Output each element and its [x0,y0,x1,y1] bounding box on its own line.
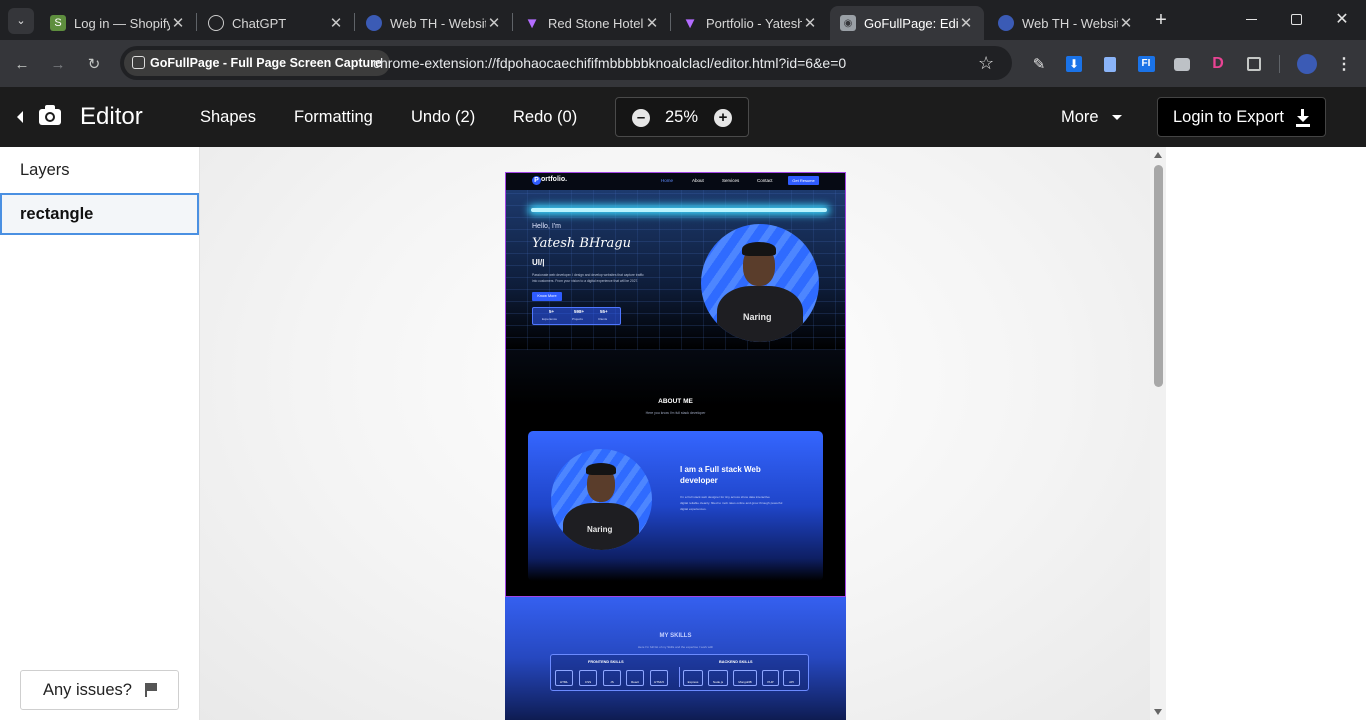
skill-chip: HTML [555,670,573,686]
skill-chip: MongoDB [733,670,757,686]
chatgpt-icon [208,15,224,31]
browser-tab[interactable]: S Log in — Shopify ✕ [40,6,196,40]
tab-search-button[interactable]: ⌄ [8,8,34,34]
layer-item-rectangle[interactable]: rectangle [0,193,199,235]
more-menu[interactable]: More [1061,87,1123,147]
login-to-export-button[interactable]: Login to Export [1157,97,1326,137]
minimize-window-icon[interactable] [1246,19,1257,20]
flag-icon [145,683,157,697]
browser-tab-active[interactable]: ◉ GoFullPage: Editor ✕ [830,6,984,40]
scroll-up-arrow-icon[interactable] [1154,152,1162,158]
close-tab-icon[interactable]: ✕ [644,14,660,32]
any-issues-button[interactable]: Any issues? [20,670,179,710]
browser-tab[interactable]: ChatGPT ✕ [198,6,354,40]
skill-chip: React [626,670,644,686]
purple-v-icon: ▼ [524,14,540,32]
skill-chip: Node.js [708,670,728,686]
undo-button[interactable]: Undo (2) [411,87,475,147]
browser-tab[interactable]: Web TH - Website ✕ [356,6,512,40]
copy-extension-icon[interactable] [1099,53,1121,75]
extension-puzzle-icon [132,56,145,69]
url-text[interactable]: chrome-extension://fdpohaocaechififmbbbb… [373,46,846,80]
camera-extension-icon[interactable] [1171,53,1193,75]
restore-window-icon[interactable] [1291,14,1302,25]
download-icon [1295,109,1311,127]
browser-tab[interactable]: ▼ Portfolio - Yatesh ✕ [672,6,828,40]
skill-chip: HTML5 [650,670,668,686]
browser-toolbar: ← → ↻ GoFullPage - Full Page Screen Capt… [0,40,1366,87]
browser-tab[interactable]: Web TH - Website ✕ [988,6,1144,40]
toolbar-divider [1279,55,1280,73]
camera-icon: ◉ [840,15,856,31]
d-extension-icon[interactable]: D [1207,53,1229,75]
editor-toolbar: Editor Shapes Formatting Undo (2) Redo (… [0,87,1366,147]
editor-canvas[interactable]: P ortfolio. Home About Services Contact … [200,147,1165,720]
selected-rectangle-shape[interactable] [505,172,846,597]
close-window-icon[interactable]: ✕ [1334,10,1350,30]
shopify-icon: S [50,15,66,31]
kebab-menu-icon[interactable]: ⋮ [1333,53,1355,75]
close-tab-icon[interactable]: ✕ [328,14,344,32]
captured-page-image: P ortfolio. Home About Services Contact … [505,172,846,720]
address-bar[interactable]: GoFullPage - Full Page Screen Capture ch… [120,46,1012,80]
skill-chip: PHP [762,670,779,686]
layers-heading: Layers [20,161,70,179]
close-tab-icon[interactable]: ✕ [958,14,974,32]
skill-chip: Express [683,670,703,686]
scrollbar-thumb[interactable] [1154,165,1163,387]
forward-arrow-icon[interactable]: → [47,53,69,75]
camera-icon [39,105,61,125]
browser-tab[interactable]: ▼ Red Stone Hotel ✕ [514,6,670,40]
tab-separator [670,13,671,31]
purple-v-icon: ▼ [682,14,698,32]
zoom-out-button[interactable]: – [632,109,650,127]
frontend-skills-title: FRONTEND SKILLS [588,660,624,664]
skills-subtitle: Here I'm full list of my Skills and the … [637,645,714,649]
shapes-menu[interactable]: Shapes [200,87,256,147]
skill-chip: CSS [579,670,597,686]
fi-extension-icon[interactable]: FI [1135,53,1157,75]
tab-separator [354,13,355,31]
skill-chip: JS [603,670,621,686]
close-tab-icon[interactable]: ✕ [170,14,186,32]
right-empty-panel [1166,147,1366,720]
close-tab-icon[interactable]: ✕ [486,14,502,32]
tab-separator [512,13,513,31]
skills-heading: MY SKILLS [659,633,692,639]
skill-chip: API [783,670,800,686]
reload-icon[interactable]: ↻ [83,53,105,75]
bookmark-star-icon[interactable]: ☆ [978,53,994,73]
editor-title: Editor [80,103,143,130]
back-arrow-icon[interactable]: ← [11,53,33,75]
backend-skills-title: BACKEND SKILLS [719,660,753,664]
eyedropper-extension-icon[interactable]: ✎ [1028,53,1050,75]
new-tab-icon[interactable]: + [1152,9,1170,31]
profile-avatar-icon[interactable] [1296,53,1318,75]
close-tab-icon[interactable]: ✕ [802,14,818,32]
redo-button[interactable]: Redo (0) [513,87,577,147]
skills-divider [679,667,680,687]
layers-panel: Layers rectangle Any issues? [0,147,200,720]
zoom-control: – 25% + [615,97,749,137]
canvas-scrollbar[interactable] [1150,147,1166,720]
tab-separator [196,13,197,31]
extensions-puzzle-icon[interactable] [1243,53,1265,75]
close-tab-icon[interactable]: ✕ [1118,14,1134,32]
site-info-chip[interactable]: GoFullPage - Full Page Screen Capture [124,50,390,76]
profile-avatar-icon [998,15,1014,31]
zoom-in-button[interactable]: + [714,109,732,127]
formatting-menu[interactable]: Formatting [294,87,373,147]
scroll-down-arrow-icon[interactable] [1154,709,1162,715]
back-caret-icon[interactable] [17,111,23,123]
browser-tab-strip: ⌄ S Log in — Shopify ✕ ChatGPT ✕ Web TH … [0,0,1366,40]
zoom-level: 25% [665,108,699,126]
profile-avatar-icon [366,15,382,31]
download-extension-icon[interactable]: ⬇ [1063,53,1085,75]
caret-down-icon [1112,115,1123,121]
